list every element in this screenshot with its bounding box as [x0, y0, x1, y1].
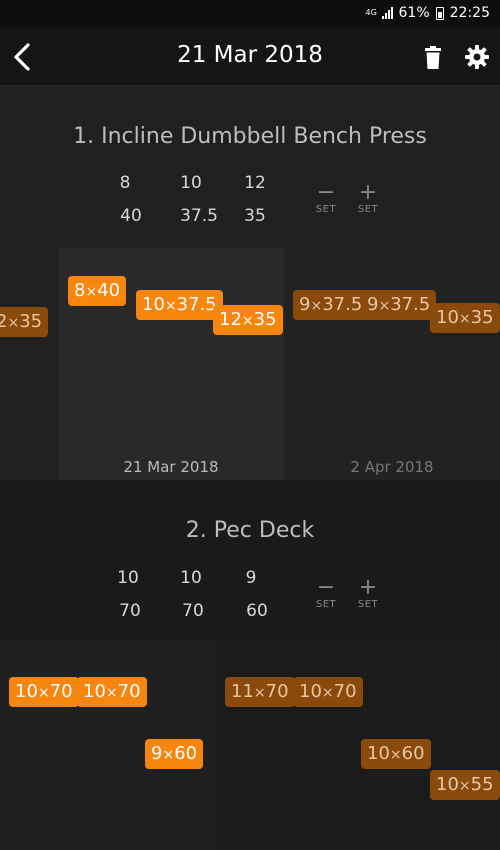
history-set-chip[interactable]: 2×35: [0, 307, 49, 337]
reps-value[interactable]: 10: [166, 173, 216, 193]
chip-reps: 9: [367, 294, 379, 315]
history-set-chip[interactable]: 9×37.5: [361, 290, 437, 320]
history-set-chip[interactable]: 10×60: [361, 739, 431, 769]
signal-icon: [381, 7, 393, 19]
exercise-title[interactable]: 1. Incline Dumbbell Bench Press: [0, 124, 500, 149]
back-arrow-icon[interactable]: [10, 42, 36, 72]
history-set-chip[interactable]: 11×70: [225, 677, 295, 707]
chip-weight: 40: [97, 280, 121, 301]
chip-reps: 10: [142, 294, 165, 315]
remove-set-button[interactable]: − SET: [306, 180, 346, 216]
chip-weight: 35: [470, 307, 494, 328]
chip-weight: 60: [174, 743, 198, 764]
exercise-title[interactable]: 2. Pec Deck: [0, 518, 500, 543]
reps-value[interactable]: 8: [100, 173, 150, 193]
set-chip[interactable]: 12×35: [213, 305, 283, 335]
battery-icon: [435, 6, 444, 20]
reps-value[interactable]: 10: [166, 568, 216, 588]
history-set-chip[interactable]: 10×55: [430, 770, 500, 800]
chip-weight: 37.5: [390, 294, 431, 315]
app-toolbar: 21 Mar 2018: [0, 28, 500, 86]
session-date: 21 Mar 2018: [123, 458, 219, 476]
chip-reps: 10: [83, 681, 106, 702]
trash-icon[interactable]: [421, 45, 445, 71]
chip-weight: 55: [470, 774, 494, 795]
weight-value[interactable]: 60: [232, 601, 282, 621]
session-date: 2 Apr 2018: [350, 458, 434, 476]
add-set-label: SET: [357, 599, 379, 610]
plus-icon: +: [358, 180, 378, 205]
chip-reps: 9: [151, 743, 163, 764]
chip-weight: 35: [19, 311, 43, 332]
chip-reps: 10: [15, 681, 38, 702]
plus-icon: +: [358, 575, 378, 600]
weight-value[interactable]: 70: [105, 601, 155, 621]
weight-value[interactable]: 35: [230, 206, 280, 226]
remove-set-button[interactable]: − SET: [306, 575, 346, 611]
set-chip[interactable]: 9×60: [145, 739, 204, 769]
weight-value[interactable]: 40: [106, 206, 156, 226]
add-set-button[interactable]: + SET: [348, 575, 388, 611]
chip-reps: 10: [299, 681, 322, 702]
network-type: 4G: [365, 8, 377, 17]
chip-weight: 35: [253, 309, 277, 330]
battery-percent: 61%: [398, 5, 430, 21]
status-right: 4G 61% 22:25: [366, 5, 490, 21]
set-chip[interactable]: 10×37.5: [136, 290, 223, 320]
reps-value[interactable]: 10: [103, 568, 153, 588]
chip-weight: 70: [265, 681, 289, 702]
chip-weight: 37.5: [322, 294, 363, 315]
clock: 22:25: [449, 5, 490, 21]
set-chip[interactable]: 10×70: [9, 677, 79, 707]
exercise-card-2: 2. Pec Deck 10 10 9 70 70 60 − SET + SET…: [0, 480, 500, 850]
history-set-chip[interactable]: 9×37.5: [293, 290, 369, 320]
chip-reps: 11: [231, 681, 254, 702]
minus-icon: −: [316, 180, 336, 205]
chip-reps: 10: [436, 774, 459, 795]
history-set-chip[interactable]: 10×35: [430, 303, 500, 333]
minus-icon: −: [316, 575, 336, 600]
add-set-label: SET: [357, 204, 379, 215]
history-set-chip[interactable]: 10×70: [293, 677, 363, 707]
chip-weight: 70: [49, 681, 73, 702]
gear-icon[interactable]: [464, 44, 490, 70]
reps-value[interactable]: 12: [230, 173, 280, 193]
previous-session-column[interactable]: [216, 640, 500, 850]
set-chip[interactable]: 8×40: [68, 276, 127, 306]
chip-reps: 8: [74, 280, 86, 301]
chip-weight: 37.5: [176, 294, 217, 315]
chip-reps: 10: [367, 743, 390, 764]
chip-weight: 70: [333, 681, 357, 702]
chip-weight: 60: [401, 743, 425, 764]
weight-value[interactable]: 70: [168, 601, 218, 621]
reps-value[interactable]: 9: [226, 568, 276, 588]
set-chip[interactable]: 10×70: [77, 677, 147, 707]
add-set-button[interactable]: + SET: [348, 180, 388, 216]
chip-weight: 70: [117, 681, 141, 702]
remove-set-label: SET: [315, 204, 337, 215]
previous-session-column[interactable]: 2 Apr 2018: [284, 248, 500, 480]
remove-set-label: SET: [315, 599, 337, 610]
status-bar: 4G 61% 22:25: [0, 0, 500, 28]
weight-value[interactable]: 37.5: [174, 206, 224, 226]
chip-reps: 9: [299, 294, 311, 315]
chip-reps: 10: [436, 307, 459, 328]
exercise-card-1: 1. Incline Dumbbell Bench Press 8 10 12 …: [0, 86, 500, 480]
chip-reps: 12: [219, 309, 242, 330]
